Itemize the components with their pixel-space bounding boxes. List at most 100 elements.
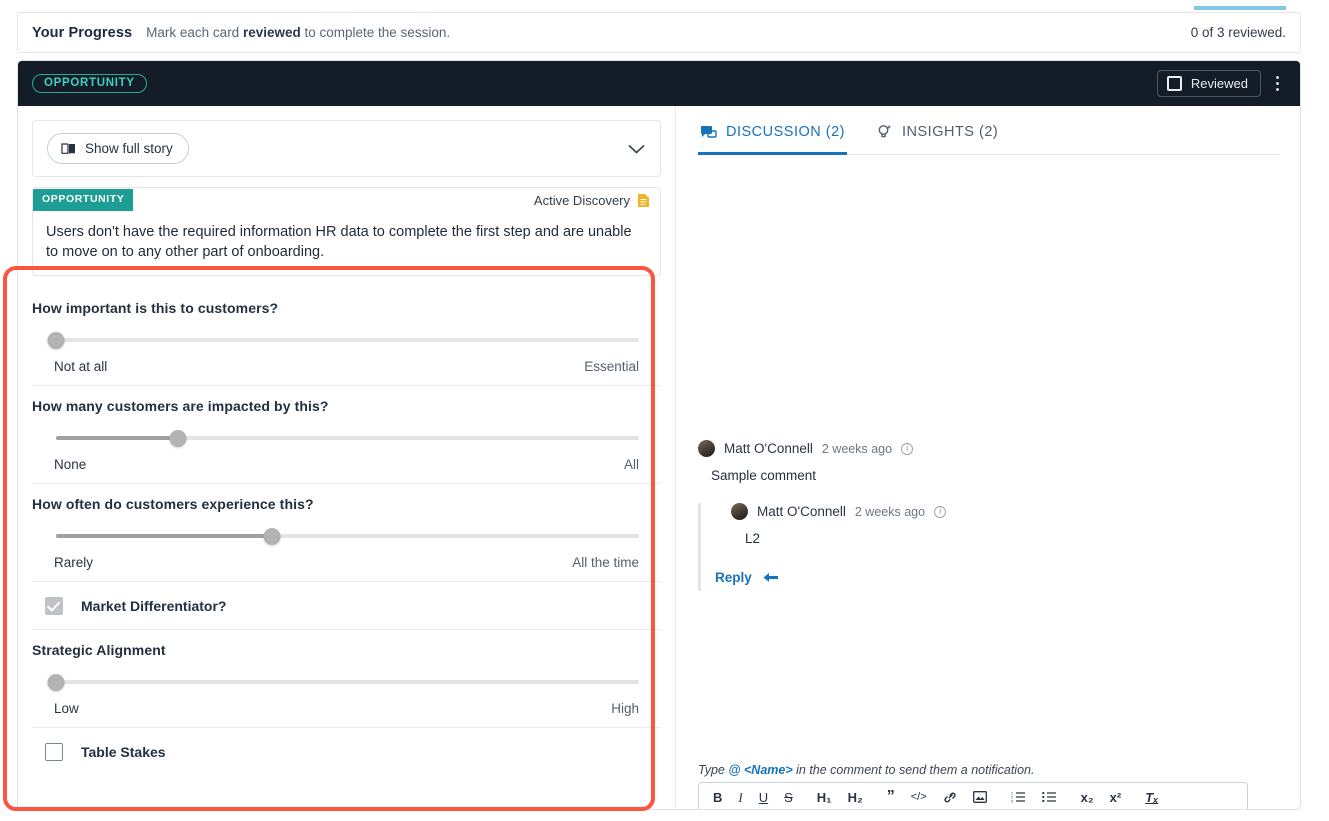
criterion-checkbox-row[interactable]: Table Stakes <box>32 728 661 789</box>
document-icon[interactable] <box>637 193 650 208</box>
tab-insights[interactable]: INSIGHTS (2) <box>875 120 1000 154</box>
slider-thumb[interactable] <box>47 674 65 692</box>
card-body: Show full story OPPORTUNITY Active Disco… <box>18 106 1300 809</box>
slider-thumb[interactable] <box>169 430 187 448</box>
progress-subtitle: Mark each card reviewed to complete the … <box>146 25 451 40</box>
info-icon[interactable]: i <box>901 442 914 455</box>
image-icon[interactable] <box>965 791 995 803</box>
market-differentiator-checkbox[interactable] <box>45 597 63 616</box>
slider-track-fill <box>56 534 272 539</box>
subscript-icon[interactable]: x₂ <box>1073 791 1102 804</box>
comment-header: Matt O'Connell 2 weeks ago i <box>698 440 1280 457</box>
discussion-icon <box>700 125 717 140</box>
criterion-label: Market Differentiator? <box>81 598 227 615</box>
story-panel: Show full story <box>32 120 661 177</box>
slider-track <box>56 680 639 685</box>
slider-max-label: High <box>611 701 639 717</box>
bullet-list-icon[interactable] <box>1034 791 1065 803</box>
chevron-down-icon[interactable] <box>627 143 646 155</box>
slider-min-label: Rarely <box>54 555 94 571</box>
criterion-slider[interactable] <box>47 332 639 350</box>
criterion-label: How important is this to customers? <box>32 300 279 317</box>
reply-header: Matt O'Connell 2 weeks ago i <box>731 503 1280 520</box>
lightbulb-icon <box>877 124 893 140</box>
card-header: OPPORTUNITY Reviewed <box>18 61 1300 106</box>
book-icon <box>61 142 77 156</box>
heading-1-icon[interactable]: H₁ <box>809 791 840 804</box>
slider-track <box>56 338 639 343</box>
progress-count: 0 of 3 reviewed. <box>1190 25 1286 40</box>
table-stakes-checkbox[interactable] <box>45 743 63 762</box>
link-icon[interactable] <box>935 791 965 804</box>
opportunity-card: OPPORTUNITY Reviewed Show full story OPP… <box>17 60 1301 810</box>
tab-discussion-label: DISCUSSION (2) <box>726 124 845 140</box>
reply-button[interactable]: Reply <box>715 570 1280 585</box>
bold-icon[interactable]: B <box>705 791 730 804</box>
tab-discussion[interactable]: DISCUSSION (2) <box>698 120 847 155</box>
tab-insights-label: INSIGHTS (2) <box>902 124 999 140</box>
reply-label: Reply <box>715 570 752 585</box>
opportunity-meta: Active Discovery <box>534 193 660 208</box>
comment-thread: Matt O'Connell 2 weeks ago i Sample comm… <box>698 440 1280 591</box>
slider-min-label: None <box>54 457 87 473</box>
heading-2-icon[interactable]: H₂ <box>840 791 871 804</box>
criteria-list: How important is this to customers? Not … <box>32 288 661 789</box>
slider-end-labels: Rarely All the time <box>54 555 639 570</box>
strikethrough-icon[interactable]: S <box>776 791 801 804</box>
mention-hint: Type @ <Name> in the comment to send the… <box>698 763 1035 777</box>
underline-icon[interactable]: U <box>751 791 776 804</box>
reviewed-checkbox-icon[interactable] <box>1166 76 1182 91</box>
slider-track-fill <box>56 436 179 441</box>
progress-strip: Your Progress Mark each card reviewed to… <box>17 6 1301 53</box>
ordered-list-icon[interactable]: 123 <box>1003 791 1034 803</box>
avatar <box>731 503 748 520</box>
show-full-story-label: Show full story <box>85 141 173 156</box>
slider-min-label: Not at all <box>54 359 108 375</box>
reply-timestamp: 2 weeks ago <box>854 504 926 519</box>
criterion-slider[interactable] <box>56 528 639 546</box>
slider-end-labels: Low High <box>54 701 639 716</box>
criterion-row: How many customers are impacted by this?… <box>32 386 661 485</box>
criterion-label: How many customers are impacted by this? <box>32 398 329 415</box>
card-header-actions: Reviewed <box>1156 70 1286 97</box>
reply-author: Matt O'Connell <box>757 504 846 519</box>
comment-editor: B I U S H₁ H₂ ” </> 1 2 3 x₂ x² Tₓ <box>698 782 1248 809</box>
avatar <box>698 440 715 457</box>
opportunity-statement-header: OPPORTUNITY Active Discovery <box>33 188 660 212</box>
show-full-story-button[interactable]: Show full story <box>47 133 189 164</box>
clear-format-icon[interactable]: Tₓ <box>1137 791 1166 804</box>
left-panel: Show full story OPPORTUNITY Active Disco… <box>18 106 675 809</box>
code-icon[interactable]: </> <box>903 791 935 803</box>
criterion-slider[interactable] <box>47 674 639 692</box>
criterion-row: How often do customers experience this? … <box>32 484 661 583</box>
comment-author: Matt O'Connell <box>724 441 813 456</box>
criterion-slider[interactable] <box>56 430 639 448</box>
active-discovery-label: Active Discovery <box>533 192 630 208</box>
panel-tabs: DISCUSSION (2) INSIGHTS (2) <box>698 120 1280 155</box>
criterion-label: How often do customers experience this? <box>32 496 314 513</box>
slider-min-label: Low <box>54 701 79 717</box>
progress-status: 0 of 3 reviewed. <box>1190 6 1286 40</box>
slider-thumb[interactable] <box>263 528 281 546</box>
superscript-icon[interactable]: x² <box>1102 791 1130 804</box>
comment-reply: Matt O'Connell 2 weeks ago i L2 Reply <box>698 503 1280 591</box>
progress-bar <box>1194 6 1286 10</box>
right-panel: DISCUSSION (2) INSIGHTS (2) Matt O'Conne… <box>675 106 1300 809</box>
app-root: Your Progress Mark each card reviewed to… <box>0 0 1329 821</box>
reply-arrow-icon <box>762 571 779 584</box>
blockquote-icon[interactable]: ” <box>879 789 903 805</box>
kebab-menu-icon[interactable] <box>1269 72 1286 95</box>
svg-text:3: 3 <box>1011 800 1013 803</box>
italic-icon[interactable]: I <box>730 791 750 804</box>
opportunity-tag: OPPORTUNITY <box>33 189 134 211</box>
progress-title: Your Progress <box>32 24 133 41</box>
reviewed-toggle-button[interactable]: Reviewed <box>1156 70 1261 97</box>
comment-timestamp: 2 weeks ago <box>821 441 893 456</box>
slider-max-label: All the time <box>572 555 639 571</box>
slider-max-label: All <box>623 457 639 473</box>
info-icon[interactable]: i <box>934 505 947 518</box>
slider-thumb[interactable] <box>47 332 65 350</box>
reviewed-label: Reviewed <box>1190 76 1248 91</box>
criterion-checkbox-row[interactable]: Market Differentiator? <box>32 582 661 631</box>
slider-max-label: Essential <box>584 359 639 375</box>
